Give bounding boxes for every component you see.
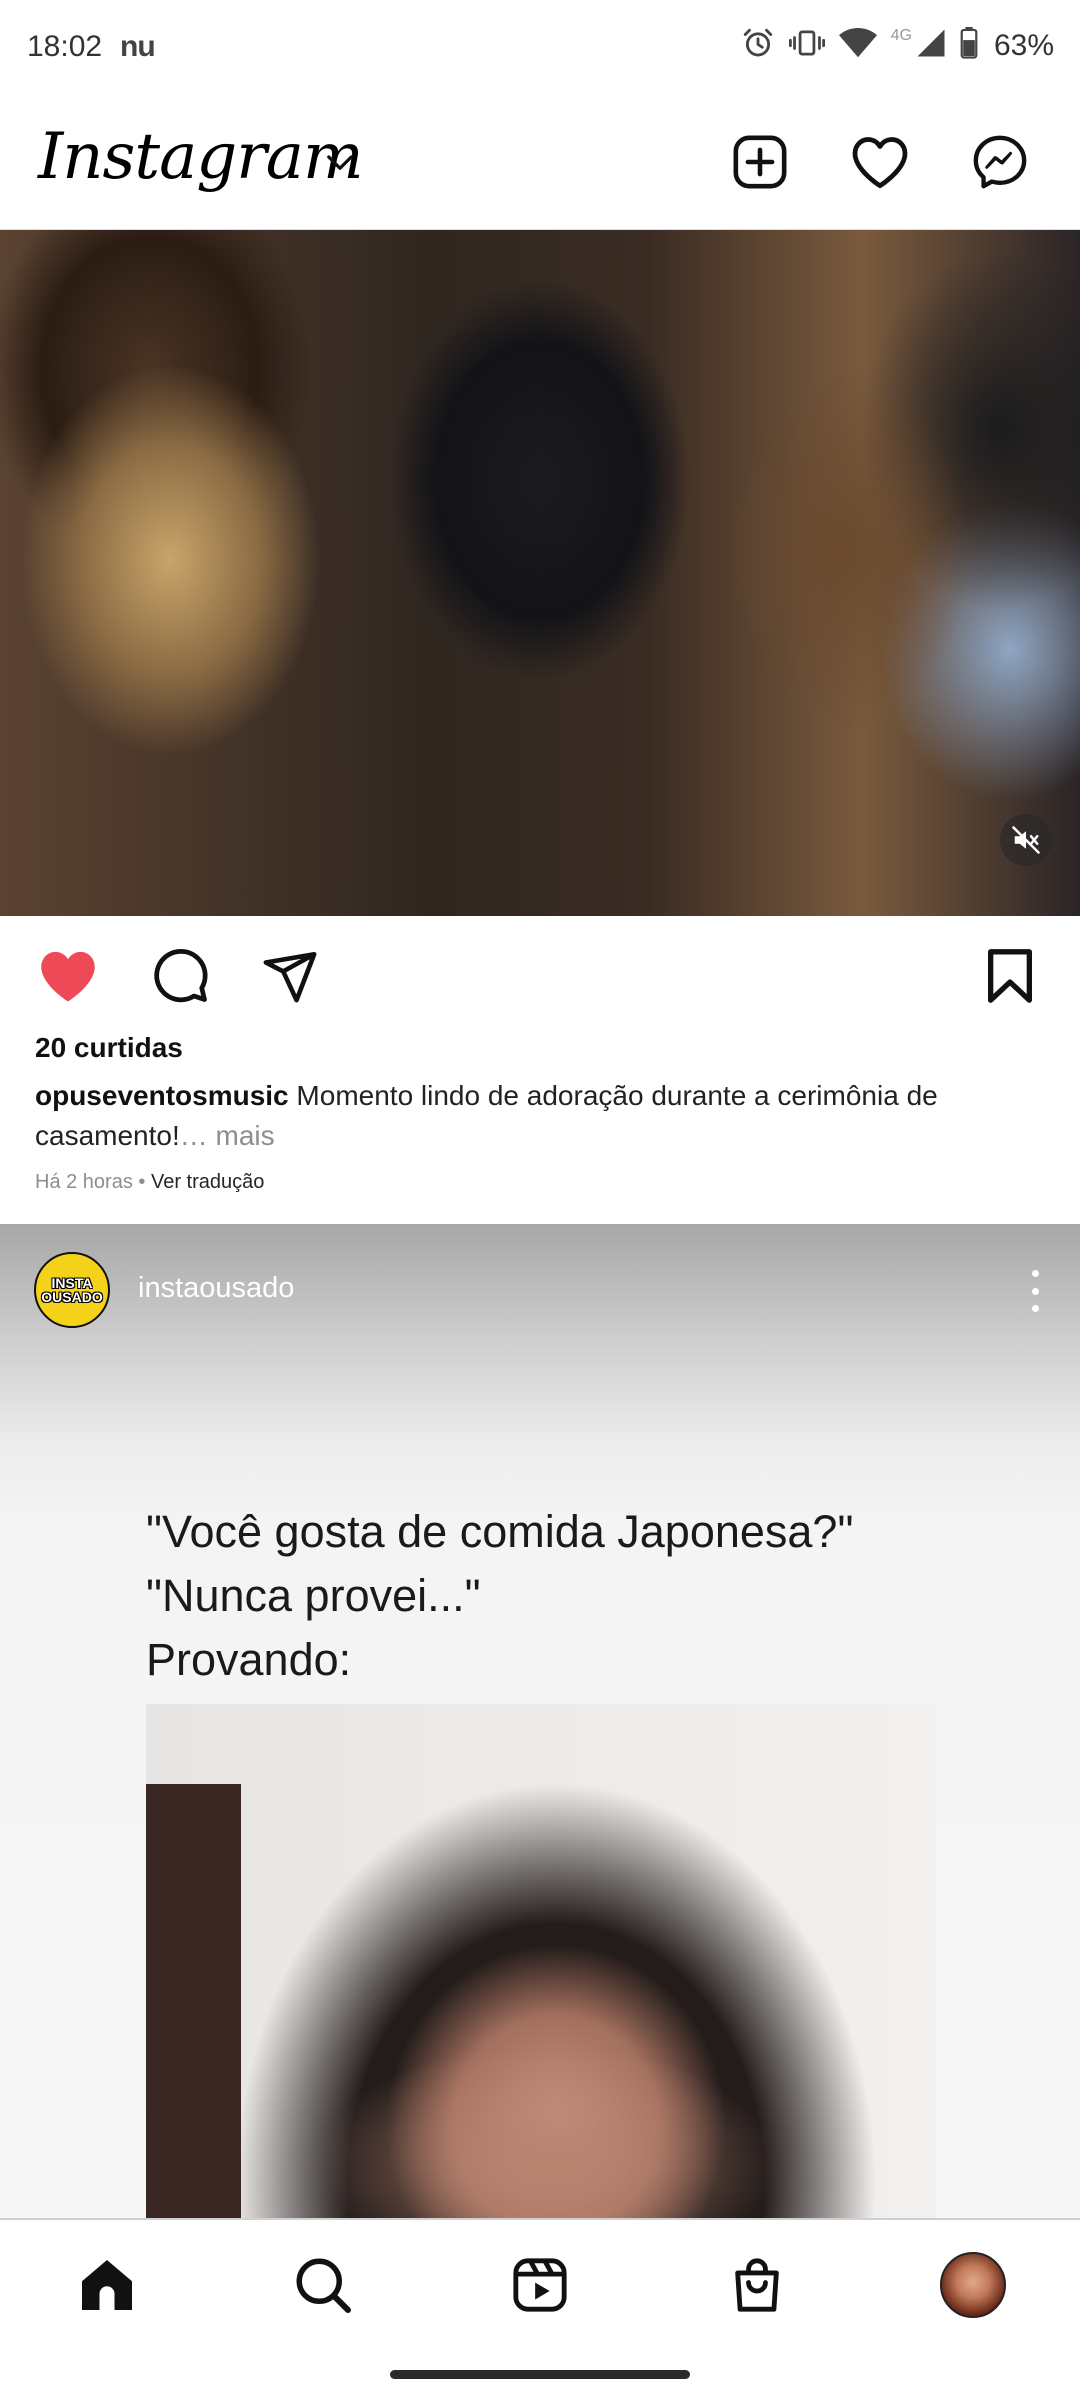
battery-percent: 63% bbox=[993, 28, 1054, 62]
dot bbox=[1031, 1287, 1039, 1295]
status-bar: 18:02 nu 4G 63% bbox=[0, 0, 1080, 100]
search-icon bbox=[296, 2258, 351, 2313]
instagram-logo[interactable]: Instagram bbox=[38, 120, 364, 194]
chevron-down-icon[interactable] bbox=[325, 152, 355, 177]
nav-profile[interactable] bbox=[938, 2250, 1008, 2320]
meta-separator: • bbox=[132, 1171, 151, 1193]
wifi-icon bbox=[838, 27, 877, 64]
carrier-logo: nu bbox=[120, 30, 156, 63]
vibrate-icon bbox=[788, 26, 825, 65]
avatar-text-line2: OUSADO bbox=[41, 1289, 103, 1305]
post-2: INSTA OUSADO instaousado "Você gosta de … bbox=[0, 1224, 1080, 2218]
messenger-icon bbox=[973, 135, 1027, 189]
nav-reels[interactable] bbox=[505, 2250, 575, 2320]
app-header: Instagram bbox=[0, 100, 1080, 230]
door bbox=[146, 1784, 241, 2218]
network-type: 4G bbox=[890, 26, 912, 44]
reels-icon bbox=[513, 2258, 567, 2312]
home-icon bbox=[82, 2260, 132, 2310]
post-header: INSTA OUSADO instaousado bbox=[0, 1224, 1080, 1354]
meme-text: "Você gosta de comida Japonesa?" "Nunca … bbox=[146, 1500, 853, 1692]
alarm-icon bbox=[741, 26, 775, 65]
post-meta: Há 2 horas • Ver tradução bbox=[35, 1171, 264, 1194]
messenger-button[interactable] bbox=[968, 130, 1032, 194]
status-time: 18:02 bbox=[27, 30, 103, 63]
save-button[interactable] bbox=[978, 944, 1042, 1008]
add-post-icon bbox=[733, 135, 787, 189]
post-video[interactable] bbox=[0, 230, 1080, 916]
see-translation-link[interactable]: Ver tradução bbox=[151, 1171, 264, 1193]
comment-icon bbox=[154, 948, 208, 1003]
post-caption: opuseventosmusic Momento lindo de adoraç… bbox=[35, 1076, 1045, 1156]
post-username[interactable]: instaousado bbox=[138, 1272, 294, 1305]
likes-count[interactable]: 20 curtidas bbox=[35, 1032, 183, 1064]
profile-avatar bbox=[940, 2252, 1006, 2318]
heart-filled-icon bbox=[41, 951, 95, 1002]
more-options-button[interactable] bbox=[1020, 1266, 1050, 1316]
bookmark-icon bbox=[988, 949, 1032, 1003]
status-icons: 4G 63% bbox=[741, 26, 1054, 65]
nav-home[interactable] bbox=[72, 2250, 142, 2320]
meme-line-1: "Você gosta de comida Japonesa?" bbox=[146, 1506, 854, 1557]
bottom-nav bbox=[0, 2218, 1080, 2400]
shop-icon bbox=[735, 2258, 779, 2312]
caption-username[interactable]: opuseventosmusic bbox=[35, 1080, 289, 1111]
avatar-text-line1: INSTA bbox=[51, 1275, 93, 1291]
cell-signal-icon bbox=[916, 28, 946, 63]
post-actions bbox=[0, 916, 1080, 1036]
share-icon bbox=[263, 951, 317, 1003]
battery-icon bbox=[960, 27, 978, 64]
post-time: Há 2 horas bbox=[35, 1171, 133, 1193]
nav-search[interactable] bbox=[288, 2250, 358, 2320]
home-indicator[interactable] bbox=[390, 2370, 690, 2379]
dot bbox=[1031, 1270, 1039, 1277]
more-link[interactable]: … mais bbox=[180, 1120, 275, 1151]
meme-line-3: Provando: bbox=[146, 1634, 352, 1685]
share-button[interactable] bbox=[258, 944, 322, 1008]
heart-icon bbox=[852, 137, 908, 189]
mute-button[interactable] bbox=[1000, 814, 1052, 866]
add-post-button[interactable] bbox=[728, 130, 792, 194]
dot bbox=[1031, 1305, 1039, 1312]
like-button[interactable] bbox=[36, 944, 100, 1008]
avatar[interactable]: INSTA OUSADO bbox=[34, 1252, 110, 1328]
volume-muted-icon bbox=[1012, 826, 1040, 854]
nav-shop[interactable] bbox=[722, 2250, 792, 2320]
meme-photo[interactable] bbox=[146, 1704, 936, 2218]
meme-line-2: "Nunca provei..." bbox=[146, 1570, 481, 1621]
activity-button[interactable] bbox=[848, 130, 912, 194]
comment-button[interactable] bbox=[148, 944, 212, 1008]
